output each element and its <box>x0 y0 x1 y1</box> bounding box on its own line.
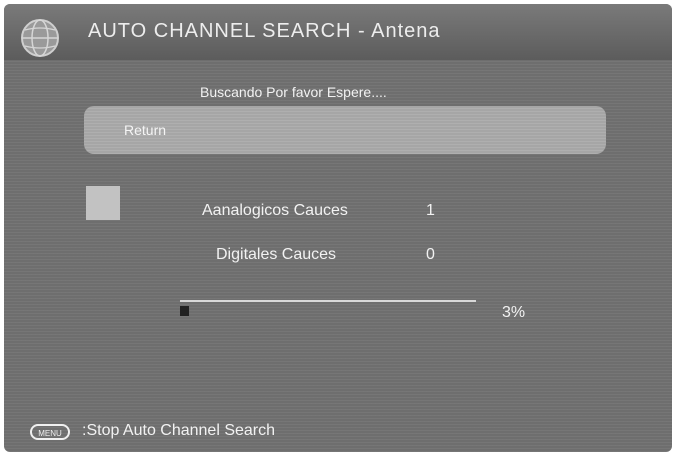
return-button[interactable]: Return <box>84 106 606 154</box>
signal-indicator <box>86 186 120 220</box>
progress-track <box>180 300 476 302</box>
page-title: AUTO CHANNEL SEARCH - Antena <box>88 20 441 42</box>
return-button-label: Return <box>124 122 167 138</box>
progress-fill <box>180 306 189 316</box>
status-message: Buscando Por favor Espere.... <box>200 84 387 100</box>
analog-channels-count: 1 <box>426 202 435 219</box>
digital-channels-label: Digitales Cauces <box>216 246 337 263</box>
footer-hint-text: :Stop Auto Channel Search <box>82 422 276 439</box>
progress-percent: 3% <box>502 304 526 321</box>
title-bar: AUTO CHANNEL SEARCH - Antena <box>4 4 672 60</box>
menu-key-icon[interactable]: MENU <box>30 424 70 440</box>
tv-menu-screen: AUTO CHANNEL SEARCH - Antena Buscando Po… <box>4 4 672 452</box>
globe-icon <box>21 19 59 57</box>
digital-channels-count: 0 <box>426 246 435 263</box>
analog-channels-label: Aanalogicos Cauces <box>202 202 348 219</box>
